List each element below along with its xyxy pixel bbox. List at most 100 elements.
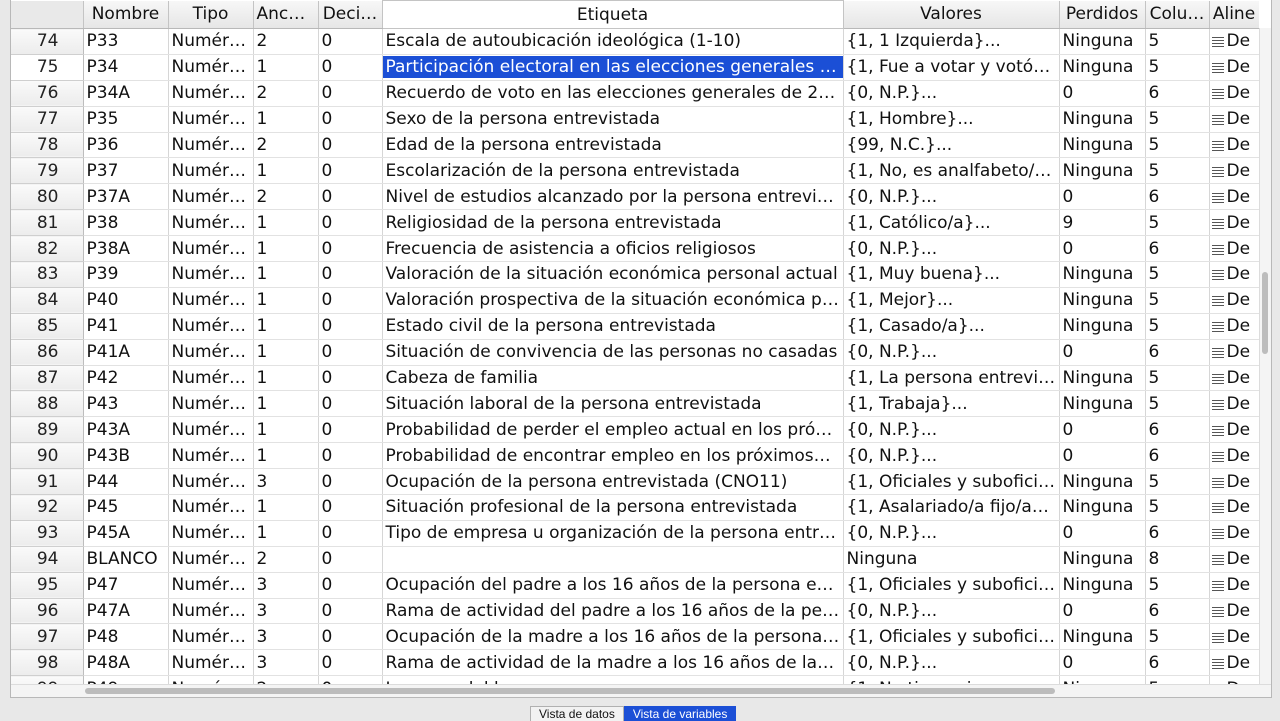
cell-etiqueta[interactable]: Situación laboral de la persona entrevis… (382, 390, 844, 418)
tab-vista-de-variables[interactable]: Vista de variables (623, 706, 737, 721)
cell-columnas[interactable]: 5 (1145, 28, 1210, 55)
table-row[interactable]: 89 P43A Numéri… 1 0 Probabilidad de perder el… (11, 416, 1259, 444)
cell-etiqueta[interactable]: Valoración prospectiva de la situación e… (382, 287, 844, 314)
cell-decimales[interactable]: 0 (318, 649, 383, 677)
cell-anchura[interactable]: 1 (253, 157, 319, 185)
cell-perdidos[interactable]: 0 (1059, 80, 1146, 107)
cell-anchura[interactable]: 1 (253, 106, 319, 133)
cell-perdidos[interactable]: Ninguna (1059, 494, 1146, 521)
cell-columnas[interactable]: 6 (1145, 442, 1210, 470)
cell-tipo[interactable]: Numéri… (168, 520, 254, 547)
table-row[interactable]: 78 P36 Numéri… 2 0 Edad de la persona entrevi… (11, 132, 1259, 159)
cell-anchura[interactable]: 2 (253, 80, 319, 107)
table-row[interactable]: 98 P48A Numéri… 3 0 Rama de actividad de la m… (11, 649, 1259, 677)
cell-decimales[interactable]: 0 (318, 287, 383, 314)
cell-valores[interactable]: {1, Asalariado/a fijo/a… (843, 494, 1060, 521)
cell-tipo[interactable]: Numéri… (168, 675, 254, 684)
cell-columnas[interactable]: 6 (1145, 183, 1210, 211)
cell-alineacion[interactable]: De (1209, 649, 1259, 677)
row-number[interactable]: 82 (11, 235, 84, 263)
cell-valores[interactable]: {0, N.P.}... (843, 598, 1060, 625)
cell-nombre[interactable]: P43A (83, 416, 169, 444)
cell-etiqueta[interactable]: Situación de convivencia de las personas… (382, 339, 844, 366)
column-header-decimales[interactable]: Deci… (318, 0, 383, 29)
cell-columnas[interactable]: 5 (1145, 365, 1210, 392)
cell-columnas[interactable]: 5 (1145, 623, 1210, 651)
cell-perdidos[interactable]: 0 (1059, 649, 1146, 677)
cell-valores[interactable]: {99, N.C.}... (843, 132, 1060, 159)
cell-columnas[interactable]: 5 (1145, 261, 1210, 288)
table-row[interactable]: 82 P38A Numéri… 1 0 Frecuencia de asistencia … (11, 235, 1259, 263)
cell-alineacion[interactable]: De (1209, 416, 1259, 444)
table-row[interactable]: 79 P37 Numéri… 1 0 Escolarización de la perso… (11, 157, 1259, 185)
cell-etiqueta[interactable]: Participación electoral en las eleccione… (382, 54, 844, 81)
cell-perdidos[interactable]: Ninguna (1059, 468, 1146, 496)
cell-perdidos[interactable]: 9 (1059, 209, 1146, 237)
row-number[interactable]: 78 (11, 132, 84, 159)
cell-nombre[interactable]: P47 (83, 572, 169, 599)
table-row[interactable]: 83 P39 Numéri… 1 0 Valoración de la situación… (11, 261, 1259, 288)
cell-anchura[interactable]: 1 (253, 54, 319, 81)
cell-alineacion[interactable]: De (1209, 132, 1259, 159)
row-number[interactable]: 85 (11, 313, 84, 340)
table-row[interactable]: 80 P37A Numéri… 2 0 Nivel de estudios alcanza… (11, 183, 1259, 211)
cell-alineacion[interactable]: De (1209, 520, 1259, 547)
table-row[interactable]: 75 P34 Numéri… 1 0 Participación electoral en… (11, 54, 1259, 81)
cell-nombre[interactable]: P37A (83, 183, 169, 211)
cell-tipo[interactable]: Numéri… (168, 365, 254, 392)
cell-etiqueta[interactable]: Probabilidad de encontrar empleo en los … (382, 442, 844, 470)
row-number[interactable]: 79 (11, 157, 84, 185)
cell-decimales[interactable]: 0 (318, 546, 383, 573)
cell-anchura[interactable]: 3 (253, 649, 319, 677)
horizontal-scroll-thumb[interactable] (85, 688, 1055, 694)
cell-valores[interactable]: {1, Católico/a}... (843, 209, 1060, 237)
cell-alineacion[interactable]: De (1209, 313, 1259, 340)
table-row[interactable]: 86 P41A Numéri… 1 0 Situación de convivencia … (11, 339, 1259, 366)
column-header-tipo[interactable]: Tipo (168, 0, 254, 29)
row-number[interactable]: 91 (11, 468, 84, 496)
cell-tipo[interactable]: Numéri… (168, 54, 254, 81)
cell-anchura[interactable]: 3 (253, 468, 319, 496)
table-row[interactable]: 95 P47 Numéri… 3 0 Ocupación del padre a los … (11, 572, 1259, 599)
cell-etiqueta[interactable]: Sexo de la persona entrevistada (382, 106, 844, 133)
cell-anchura[interactable]: 1 (253, 442, 319, 470)
cell-tipo[interactable]: Numéri… (168, 623, 254, 651)
column-header-valores[interactable]: Valores (843, 0, 1060, 29)
cell-alineacion[interactable]: De (1209, 390, 1259, 418)
row-number[interactable]: 81 (11, 209, 84, 237)
table-row[interactable]: 77 P35 Numéri… 1 0 Sexo de la persona entrevi… (11, 106, 1259, 133)
table-row[interactable]: 96 P47A Numéri… 3 0 Rama de actividad del pad… (11, 598, 1259, 625)
cell-nombre[interactable]: P34 (83, 54, 169, 81)
cell-anchura[interactable]: 3 (253, 623, 319, 651)
cell-columnas[interactable]: 5 (1145, 157, 1210, 185)
cell-tipo[interactable]: Numéri… (168, 390, 254, 418)
cell-perdidos[interactable]: 0 (1059, 520, 1146, 547)
cell-perdidos[interactable]: Ninguna (1059, 313, 1146, 340)
cell-columnas[interactable]: 5 (1145, 209, 1210, 237)
table-row[interactable]: 76 P34A Numéri… 2 0 Recuerdo de voto en las e… (11, 80, 1259, 107)
cell-decimales[interactable]: 0 (318, 339, 383, 366)
cell-valores[interactable]: {1, No, es analfabeto/… (843, 157, 1060, 185)
row-number[interactable]: 99 (11, 675, 84, 684)
cell-anchura[interactable]: 1 (253, 287, 319, 314)
cell-alineacion[interactable]: De (1209, 598, 1259, 625)
row-number[interactable]: 98 (11, 649, 84, 677)
cell-etiqueta[interactable]: Tipo de empresa u organización de la per… (382, 520, 844, 547)
cell-nombre[interactable]: BLANCO (83, 546, 169, 573)
cell-anchura[interactable]: 2 (253, 675, 319, 684)
cell-decimales[interactable]: 0 (318, 623, 383, 651)
cell-columnas[interactable]: 5 (1145, 390, 1210, 418)
tab-vista-de-datos[interactable]: Vista de datos (530, 706, 624, 721)
cell-perdidos[interactable]: 0 (1059, 416, 1146, 444)
cell-nombre[interactable]: P43B (83, 442, 169, 470)
cell-perdidos[interactable]: 0 (1059, 339, 1146, 366)
cell-columnas[interactable]: 5 (1145, 468, 1210, 496)
cell-anchura[interactable]: 1 (253, 235, 319, 263)
cell-tipo[interactable]: Numéri… (168, 416, 254, 444)
row-number[interactable]: 87 (11, 365, 84, 392)
cell-alineacion[interactable]: De (1209, 468, 1259, 496)
table-row[interactable]: 88 P43 Numéri… 1 0 Situación laboral de la pe… (11, 390, 1259, 418)
row-number[interactable]: 90 (11, 442, 84, 470)
cell-etiqueta[interactable]: Rama de actividad de la madre a los 16 a… (382, 649, 844, 677)
cell-decimales[interactable]: 0 (318, 54, 383, 81)
